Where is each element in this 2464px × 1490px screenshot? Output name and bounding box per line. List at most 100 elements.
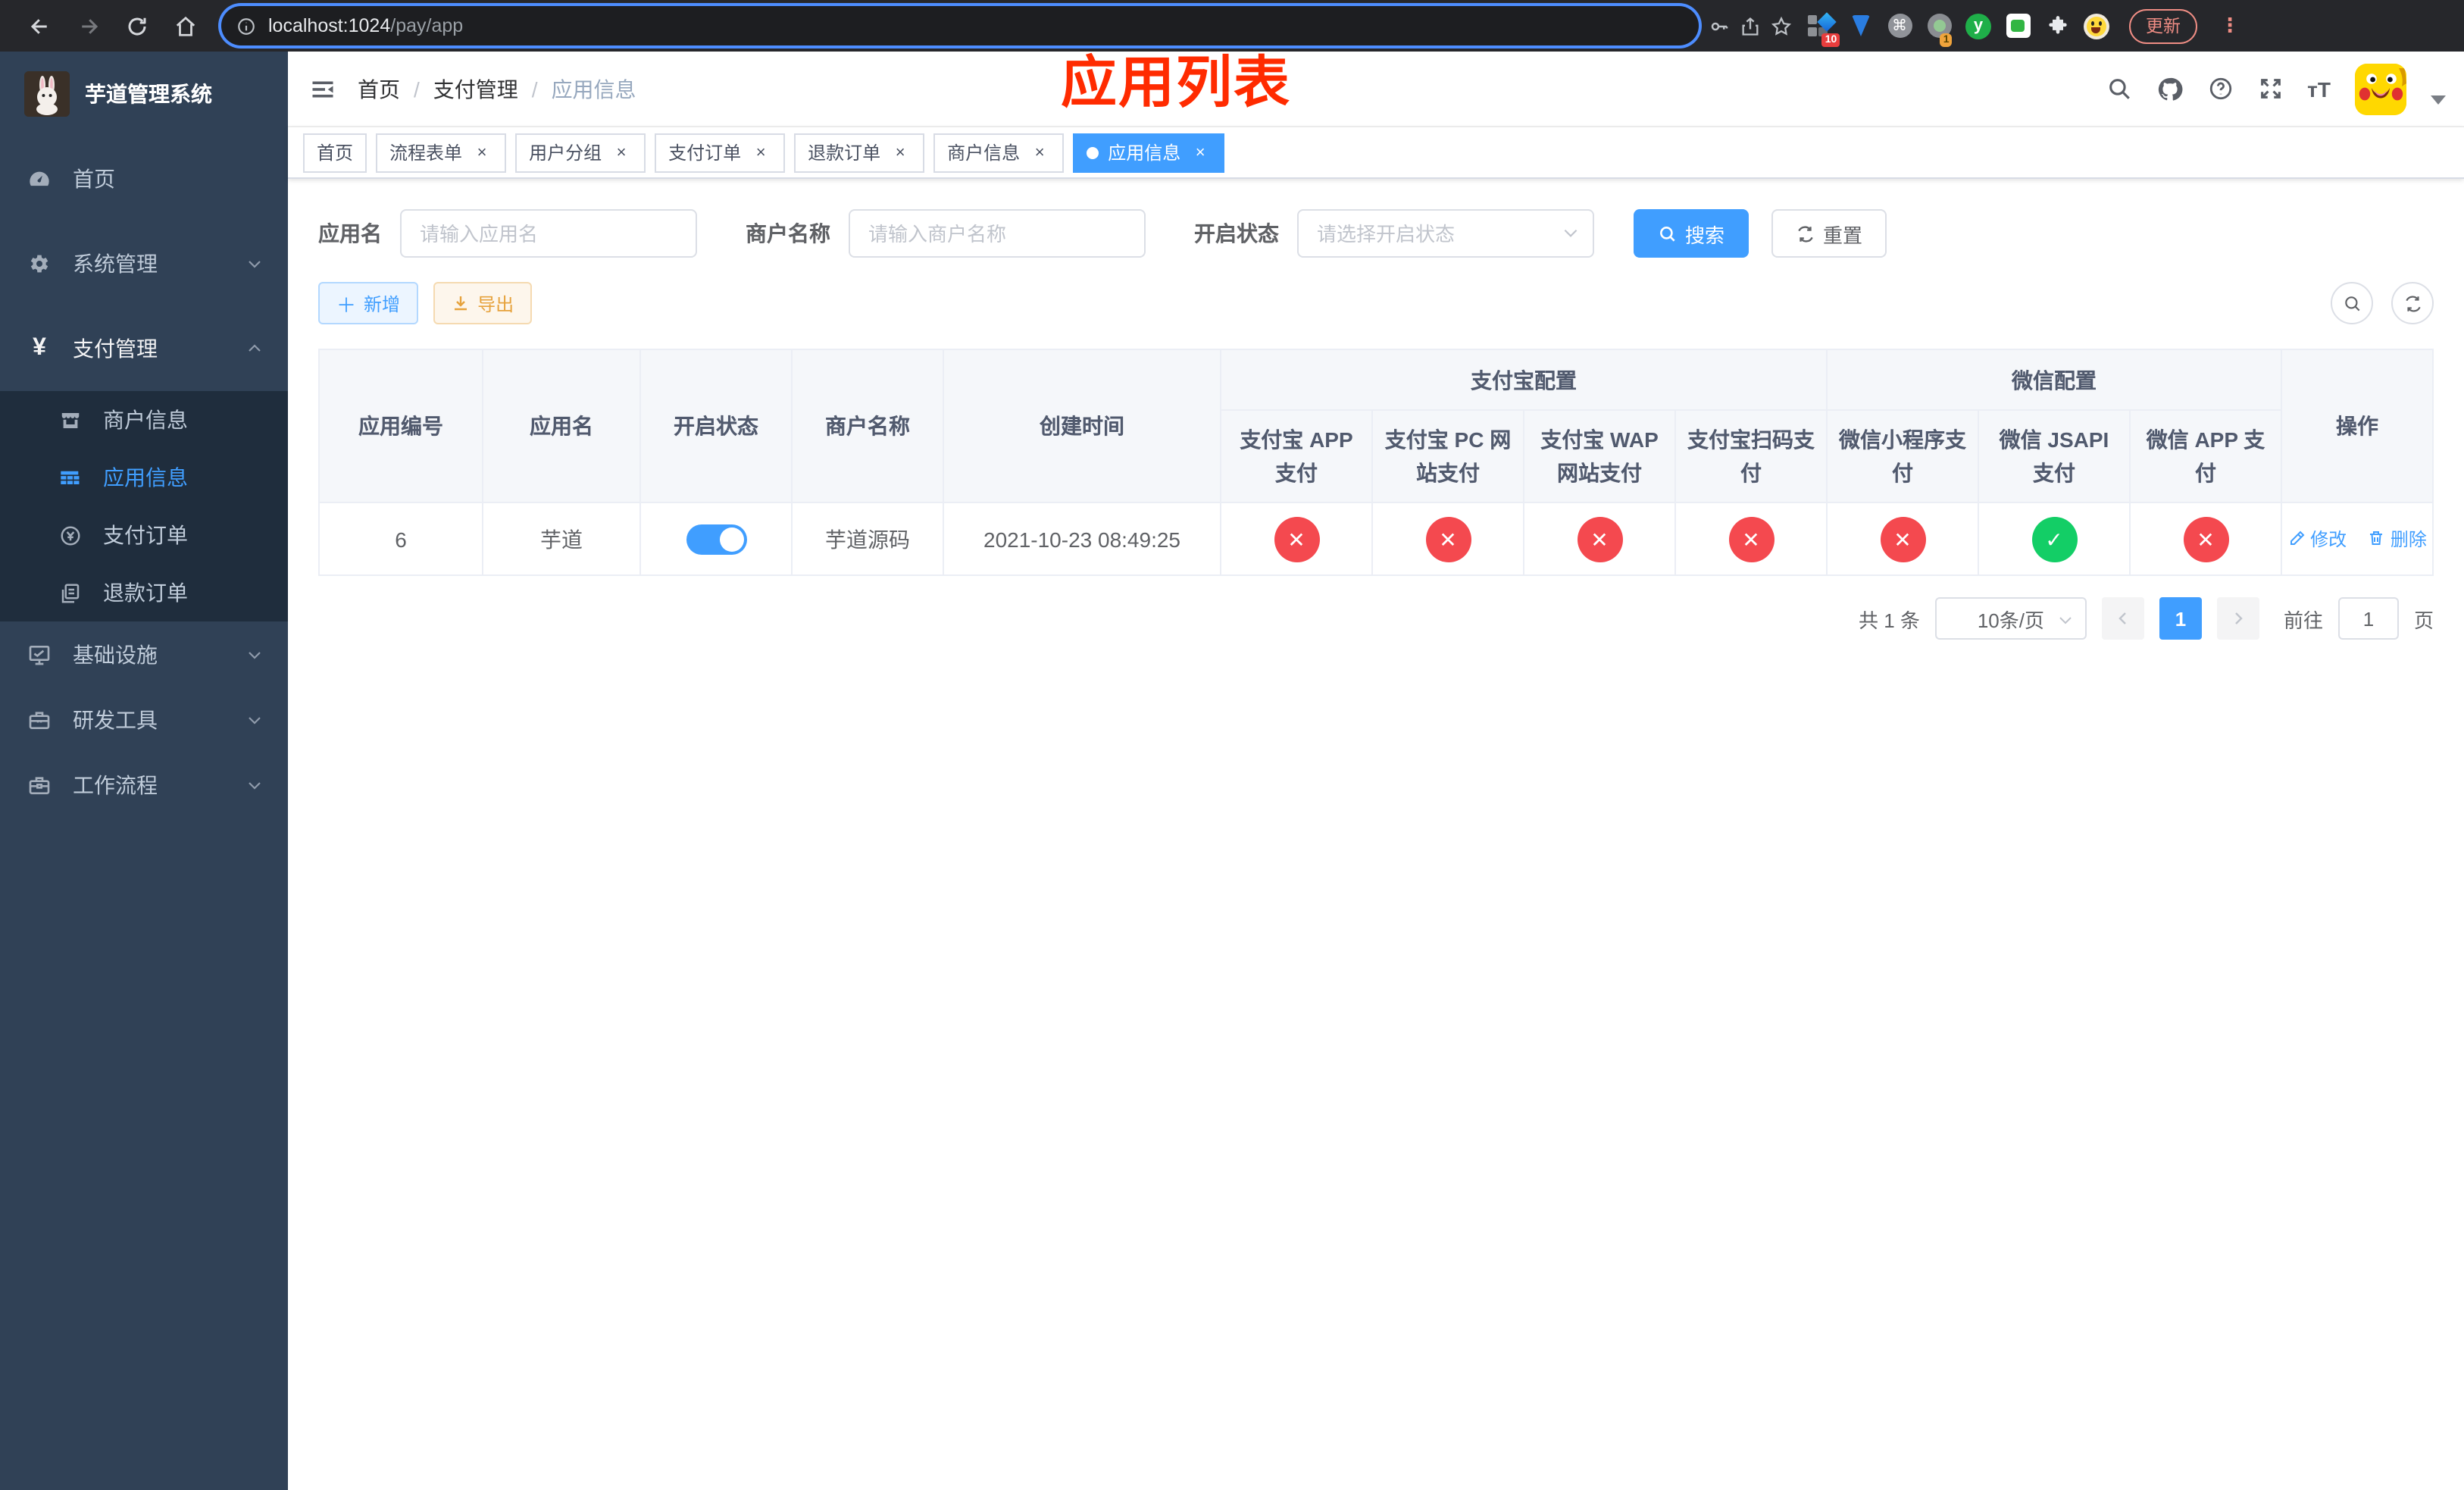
extension-badge: 1 (1940, 33, 1953, 46)
tab-refund-order[interactable]: 退款订单 × (794, 133, 925, 172)
page-content: 应用名 商户名称 开启状态 (288, 179, 2464, 1490)
chevron-down-icon (245, 255, 264, 273)
home-icon[interactable] (165, 6, 205, 45)
user-avatar[interactable] (2355, 63, 2406, 114)
chevron-down-icon (245, 710, 264, 728)
sidebar-item-label: 基础设施 (73, 642, 158, 666)
show-search-button[interactable] (2331, 282, 2373, 324)
sidebar-item-infra[interactable]: 基础设施 (0, 621, 288, 687)
tab-home[interactable]: 首页 (303, 133, 367, 172)
annotation-app-list: 应用列表 (1061, 52, 1291, 114)
cell-created: 2021-10-23 08:49:25 (943, 502, 1221, 576)
pagination-total: 共 1 条 (1859, 609, 1920, 631)
breadcrumb-pay[interactable]: 支付管理 (433, 74, 518, 104)
tab-pay-order[interactable]: 支付订单 × (655, 133, 786, 172)
sidebar-item-label: 首页 (73, 167, 115, 191)
close-icon[interactable]: × (750, 142, 771, 163)
help-icon[interactable] (2207, 76, 2233, 102)
cell-status (639, 502, 793, 576)
tab-merchant-info[interactable]: 商户信息 × (933, 133, 1065, 172)
status-select-input[interactable] (1297, 209, 1594, 258)
sidebar-item-dev-tools[interactable]: 研发工具 (0, 687, 288, 752)
url-path: /pay/app (390, 15, 464, 36)
refresh-table-button[interactable] (2391, 282, 2434, 324)
sidebar-item-pay[interactable]: ¥ 支付管理 (0, 306, 288, 391)
sidebar-collapse-icon[interactable] (288, 75, 358, 102)
extension-command-icon[interactable]: ⌘ (1887, 13, 1912, 39)
close-icon[interactable]: × (1190, 142, 1211, 163)
sidebar-item-refund-order[interactable]: 退款订单 (0, 564, 288, 621)
extension-kite-icon[interactable] (1847, 13, 1873, 39)
close-icon[interactable]: × (471, 142, 492, 163)
sidebar-item-system[interactable]: 系统管理 (0, 221, 288, 306)
close-icon[interactable]: × (1029, 142, 1050, 163)
extension-y-icon[interactable]: y (1965, 13, 1991, 39)
font-size-icon[interactable]: тT (2307, 77, 2331, 101)
github-icon[interactable] (2156, 75, 2183, 102)
next-page-button[interactable] (2216, 597, 2259, 640)
reset-button[interactable]: 重置 (1771, 209, 1887, 258)
close-icon[interactable]: × (611, 142, 632, 163)
chevron-down-icon (245, 645, 264, 663)
site-info-icon[interactable] (236, 16, 256, 36)
extension-badge: 10 (1821, 33, 1840, 46)
goto-page-input[interactable] (2337, 597, 2399, 640)
extension-grid-icon[interactable]: 10 (1808, 11, 1840, 46)
merchant-name-input[interactable] (849, 209, 1146, 258)
browser-update-button[interactable]: 更新 (2129, 8, 2197, 43)
sidebar-item-home[interactable]: 首页 (0, 136, 288, 221)
sidebar-item-label: 应用信息 (103, 465, 188, 490)
tab-process-form[interactable]: 流程表单 × (376, 133, 507, 172)
breadcrumb-home[interactable]: 首页 (358, 74, 400, 104)
channel-status-icon: ✕ (1274, 516, 1319, 562)
app-logo-row[interactable]: 芋道管理系统 (0, 52, 288, 136)
close-icon[interactable]: × (890, 142, 911, 163)
status-label: 开启状态 (1194, 221, 1279, 246)
cell-app-id: 6 (318, 502, 483, 576)
sub-header-wx-mini: 微信小程序支付 (1826, 409, 1979, 503)
export-button[interactable]: 导出 (433, 282, 533, 324)
extension-recorder-icon[interactable]: 1 (1926, 13, 1953, 46)
breadcrumb-separator: / (531, 77, 538, 101)
delete-link[interactable]: 删除 (2368, 526, 2427, 552)
breadcrumb: 首页 / 支付管理 / 应用信息 (358, 74, 636, 104)
search-button[interactable]: 搜索 (1634, 209, 1750, 258)
browser-menu-icon[interactable]: ⋮ (2220, 14, 2240, 38)
bookmark-star-icon[interactable] (1770, 14, 1793, 37)
profile-avatar-icon[interactable] (2084, 13, 2109, 39)
back-icon[interactable] (20, 6, 59, 45)
refresh-icon (2405, 295, 2420, 311)
prev-page-button[interactable] (2101, 597, 2144, 640)
fullscreen-icon[interactable] (2257, 76, 2283, 102)
page-size-select[interactable]: 10条/页 (1934, 597, 2087, 640)
extension-chat-icon[interactable] (2005, 13, 2031, 39)
share-icon[interactable] (1740, 14, 1761, 37)
status-toggle[interactable] (686, 524, 746, 554)
tab-user-group[interactable]: 用户分组 × (515, 133, 646, 172)
sidebar-item-pay-order[interactable]: 支付订单 (0, 506, 288, 564)
tab-app-info[interactable]: 应用信息 × (1073, 133, 1225, 172)
avatar-caret-down-icon[interactable] (2431, 95, 2446, 104)
sidebar-item-app-info[interactable]: 应用信息 (0, 449, 288, 506)
sidebar-item-label: 系统管理 (73, 252, 158, 276)
reload-icon[interactable] (117, 6, 156, 45)
col-header-app-name: 应用名 (482, 349, 641, 503)
app-name-input[interactable] (400, 209, 697, 258)
sidebar-item-workflow[interactable]: 工作流程 (0, 752, 288, 817)
header-search-icon[interactable] (2106, 76, 2131, 102)
cell-ops: 修改 删除 (2281, 502, 2434, 576)
page-number-1[interactable]: 1 (2159, 597, 2202, 640)
app-title: 芋道管理系统 (85, 82, 212, 106)
monitor-icon (27, 642, 52, 666)
search-icon (2344, 296, 2359, 311)
channel-status-icon: ✕ (1577, 516, 1622, 562)
forward-icon[interactable] (68, 6, 108, 45)
url-bar[interactable]: localhost:1024/pay/app (221, 6, 1699, 45)
edit-link[interactable]: 修改 (2287, 526, 2347, 552)
status-select[interactable] (1297, 209, 1594, 258)
extensions-puzzle-icon[interactable] (2044, 13, 2070, 39)
password-key-icon[interactable] (1708, 14, 1731, 37)
col-header-created: 创建时间 (943, 349, 1221, 503)
sidebar-item-merchant-info[interactable]: 商户信息 (0, 391, 288, 449)
add-button[interactable]: ＋ 新增 (318, 282, 419, 324)
